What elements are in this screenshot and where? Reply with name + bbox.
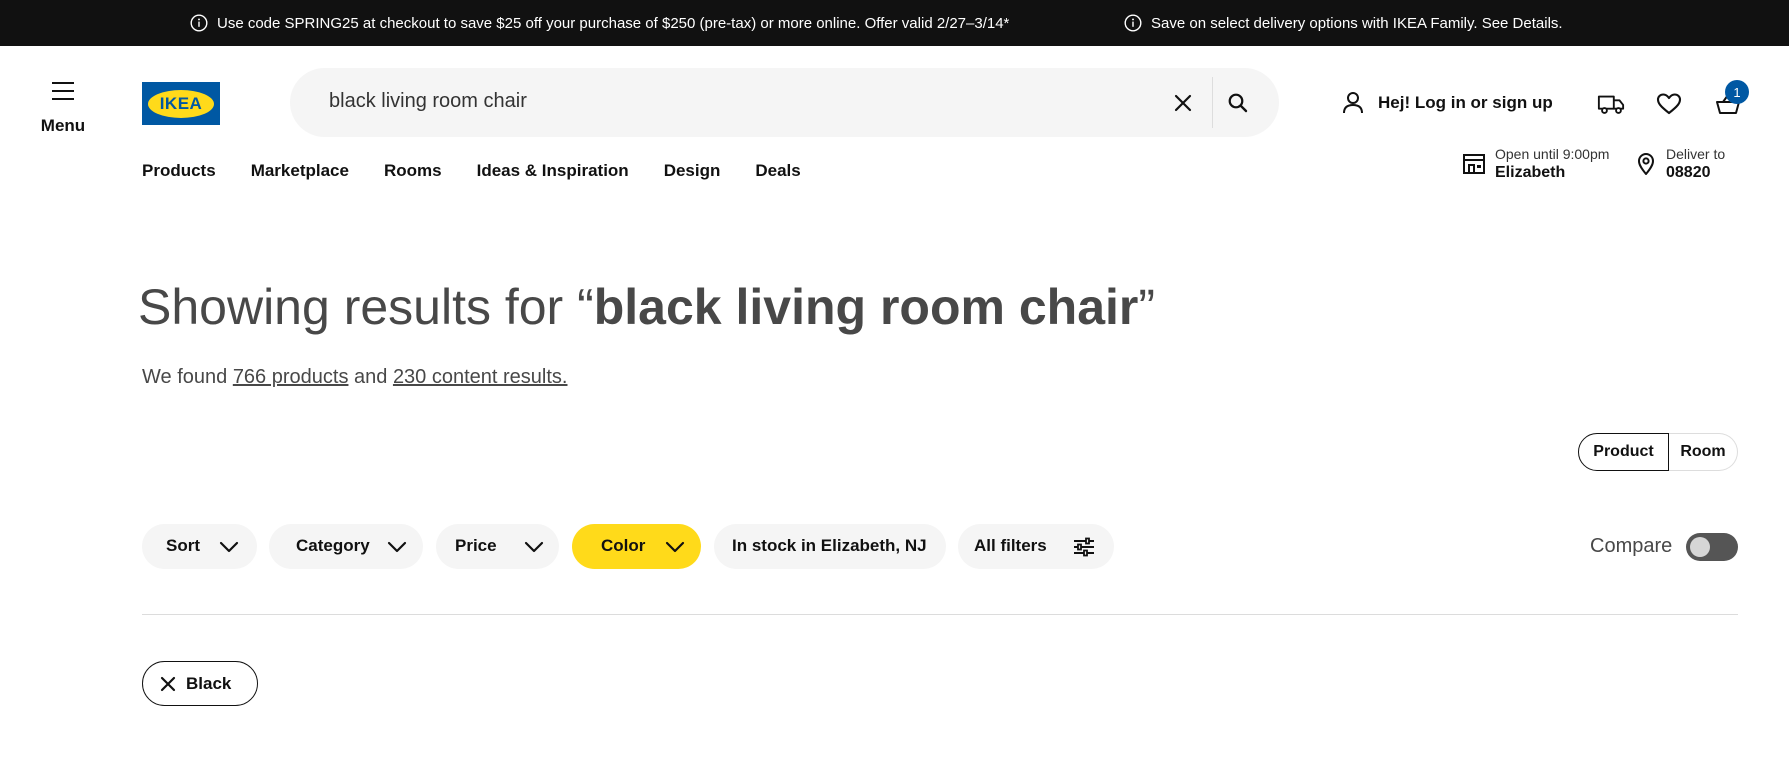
category-label: Category — [296, 536, 370, 555]
store-icon — [1463, 154, 1485, 174]
main-nav: Products Marketplace Rooms Ideas & Inspi… — [142, 161, 801, 181]
color-filter-button[interactable]: Color — [572, 524, 701, 569]
results-query: black living room chair — [593, 279, 1139, 335]
color-label: Color — [601, 536, 646, 555]
active-filter-chip[interactable]: Black — [142, 661, 258, 706]
nav-item-design[interactable]: Design — [664, 161, 721, 181]
promo-message-2[interactable]: Save on select delivery options with IKE… — [1124, 14, 1563, 32]
delivery-zip: 08820 — [1666, 164, 1711, 181]
all-filters-button[interactable]: All filters — [958, 524, 1114, 569]
divider — [142, 614, 1738, 615]
search-button[interactable] — [1223, 88, 1253, 118]
store-hours: Open until 9:00pm — [1495, 146, 1610, 162]
sort-filter-button[interactable]: Sort — [142, 524, 257, 569]
menu-button[interactable]: Menu — [38, 78, 88, 140]
nav-item-deals[interactable]: Deals — [755, 161, 800, 181]
results-title: Showing results for “black living room c… — [138, 278, 1155, 336]
clear-search-button[interactable] — [1168, 88, 1198, 118]
store-name: Elizabeth — [1495, 164, 1566, 181]
info-icon — [1124, 14, 1142, 32]
search-bar[interactable]: black living room chair — [290, 68, 1279, 137]
results-title-suffix: ” — [1138, 279, 1156, 335]
results-sub-middle: and — [348, 366, 393, 388]
truck-icon — [1597, 95, 1625, 114]
favourites-button[interactable] — [1655, 90, 1683, 118]
promo-text-1: Use code SPRING25 at checkout to save $2… — [217, 14, 1010, 32]
login-link[interactable]: Hej! Log in or sign up — [1342, 91, 1553, 115]
login-label: Hej! Log in or sign up — [1378, 93, 1553, 112]
promo-bar: Use code SPRING25 at checkout to save $2… — [0, 0, 1789, 46]
toggle-room[interactable]: Room — [1669, 433, 1738, 471]
logo-text: IKEA — [148, 89, 214, 118]
toggle-product[interactable]: Product — [1578, 433, 1669, 471]
content-results-link[interactable]: 230 content results. — [393, 366, 568, 388]
hamburger-icon — [52, 82, 74, 100]
ikea-logo[interactable]: IKEA — [142, 82, 220, 125]
active-filter-label: Black — [186, 673, 232, 693]
nav-item-products[interactable]: Products — [142, 161, 216, 181]
deliver-to-label: Deliver to — [1666, 146, 1726, 162]
in-stock-label: In stock in Elizabeth, NJ — [732, 536, 927, 555]
user-icon — [1343, 92, 1363, 114]
info-icon — [190, 14, 208, 32]
in-stock-filter-button[interactable]: In stock in Elizabeth, NJ — [714, 524, 946, 569]
results-title-prefix: Showing results for “ — [138, 279, 594, 335]
search-icon — [1228, 93, 1248, 113]
store-selector[interactable]: Open until 9:00pm Elizabeth — [1462, 146, 1609, 182]
delivery-location-selector[interactable]: Deliver to 08820 — [1637, 146, 1725, 182]
promo-message-1[interactable]: Use code SPRING25 at checkout to save $2… — [190, 14, 1009, 32]
delivery-truck-button[interactable] — [1597, 90, 1625, 118]
filter-sliders-icon — [1074, 537, 1094, 557]
cart-count-badge: 1 — [1725, 80, 1749, 104]
location-pin-icon — [1638, 153, 1654, 175]
close-icon — [1174, 94, 1192, 112]
view-toggle: Product Room — [1578, 433, 1738, 471]
results-summary: We found 766 products and 230 content re… — [142, 366, 568, 389]
nav-item-ideas-inspiration[interactable]: Ideas & Inspiration — [477, 161, 629, 181]
compare-toggle[interactable] — [1686, 533, 1738, 561]
nav-item-marketplace[interactable]: Marketplace — [251, 161, 349, 181]
chevron-down-icon — [665, 541, 685, 553]
menu-label: Menu — [40, 116, 86, 135]
toggle-knob — [1690, 537, 1710, 557]
nav-item-rooms[interactable]: Rooms — [384, 161, 442, 181]
price-label: Price — [455, 536, 497, 555]
heart-icon — [1656, 93, 1682, 115]
products-count-link[interactable]: 766 products — [233, 366, 349, 388]
results-sub-prefix: We found — [142, 366, 233, 388]
close-icon — [160, 676, 176, 691]
chevron-down-icon — [219, 541, 239, 553]
category-filter-button[interactable]: Category — [269, 524, 423, 569]
all-filters-label: All filters — [974, 536, 1047, 555]
chevron-down-icon — [387, 541, 407, 553]
search-input[interactable]: black living room chair — [329, 90, 527, 113]
compare-label: Compare — [1590, 535, 1673, 557]
price-filter-button[interactable]: Price — [436, 524, 559, 569]
search-divider — [1212, 77, 1213, 128]
chevron-down-icon — [524, 541, 544, 553]
promo-text-2: Save on select delivery options with IKE… — [1151, 14, 1563, 32]
sort-label: Sort — [166, 536, 200, 555]
